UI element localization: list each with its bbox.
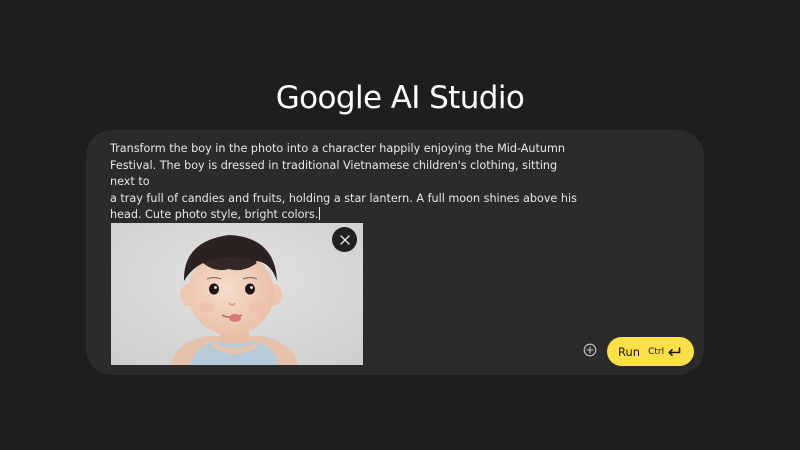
prompt-line-last: head. Cute photo style, bright colors. xyxy=(110,207,580,224)
close-icon xyxy=(339,234,350,245)
attached-photo[interactable] xyxy=(111,223,363,365)
run-button-label: Run xyxy=(618,344,641,359)
enter-key-icon xyxy=(668,346,681,356)
add-media-button[interactable] xyxy=(583,343,597,357)
prompt-line: head. Cute photo style, bright colors. xyxy=(110,208,319,221)
prompt-line: a tray full of candies and fruits, holdi… xyxy=(110,191,577,205)
prompt-line: Festival. The boy is dressed in traditio… xyxy=(110,158,558,189)
text-caret xyxy=(319,207,321,220)
run-button[interactable]: Run Ctrl xyxy=(607,337,694,366)
prompt-input[interactable]: Transform the boy in the photo into a ch… xyxy=(110,141,580,224)
run-shortcut-label: Ctrl xyxy=(648,346,665,357)
app-title: Google AI Studio xyxy=(275,80,525,116)
photo-of-toddler xyxy=(111,223,363,365)
remove-attachment-button[interactable] xyxy=(332,227,357,252)
add-circle-icon xyxy=(583,343,597,357)
prompt-card: Transform the boy in the photo into a ch… xyxy=(86,130,704,375)
prompt-line: Transform the boy in the photo into a ch… xyxy=(110,142,565,155)
